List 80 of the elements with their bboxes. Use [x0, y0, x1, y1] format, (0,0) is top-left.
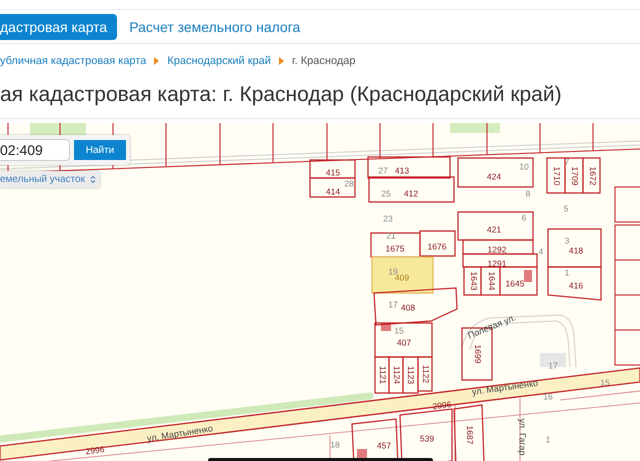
- house-number: 1: [564, 267, 570, 278]
- house-number: 27: [378, 165, 388, 176]
- house-number: 25: [381, 188, 391, 198]
- parcel-number: 1291: [488, 258, 506, 268]
- parcel-number: 1123: [406, 366, 416, 384]
- land-parcel[interactable]: [374, 356, 390, 394]
- breadcrumb-link[interactable]: Краснодарский край: [167, 55, 271, 67]
- land-parcel[interactable]: [480, 266, 501, 296]
- selected-land-parcel[interactable]: [371, 256, 434, 294]
- parcel-number: 415: [326, 167, 340, 178]
- land-parcel[interactable]: [388, 356, 404, 394]
- parcel-number: 1710: [552, 166, 562, 186]
- land-parcel[interactable]: [582, 157, 601, 194]
- parcel-number: 418: [568, 245, 584, 256]
- land-parcel[interactable]: [417, 356, 433, 392]
- parcel-number: 1672: [588, 166, 598, 186]
- parcel-number: 408: [400, 302, 416, 312]
- house-number: 17: [388, 299, 398, 310]
- house-number: 16: [543, 391, 553, 402]
- street-name: ул. Мартыненко: [146, 423, 214, 444]
- house-number: 10: [519, 161, 529, 172]
- find-button[interactable]: Найти: [74, 140, 126, 160]
- land-parcel[interactable]: [399, 408, 453, 461]
- parcel-number: 1709: [570, 166, 580, 186]
- house-number: 28: [344, 178, 354, 188]
- house-number: 6: [522, 212, 526, 222]
- page-title: ая кадастровая карта: г. Краснодар (Краснодарский край): [0, 76, 640, 119]
- street-name: ул. Мартыненко: [471, 378, 539, 397]
- parcel-number: 416: [568, 280, 584, 290]
- parcel-number: 457: [376, 440, 392, 450]
- parcel-number: 407: [396, 337, 412, 348]
- parcel-number: 1645: [506, 278, 524, 288]
- house-number: 3: [564, 235, 570, 246]
- land-parcel[interactable]: [351, 418, 399, 461]
- parcel-number: 1121: [378, 366, 388, 384]
- park-area: [30, 123, 86, 135]
- chevron-up-down-icon: [90, 175, 96, 184]
- building-shape: [540, 353, 566, 367]
- parcel-number: 414: [326, 186, 340, 196]
- parcel-number: 421: [486, 224, 502, 234]
- tab[interactable]: Расчет земельного налога: [129, 14, 310, 40]
- parcel-number: 424: [486, 171, 502, 182]
- house-number: 17: [548, 360, 558, 370]
- house-number: 4: [538, 246, 544, 256]
- parcel-number: 1644: [486, 272, 497, 290]
- house-number: 19: [388, 266, 398, 276]
- house-number: 1: [546, 434, 550, 444]
- parcel-number: 1124: [392, 366, 402, 384]
- parcel-number: 1676: [428, 241, 446, 252]
- building-shape: [524, 270, 532, 282]
- parcel-number: 1699: [472, 344, 483, 364]
- parcel-number: 1675: [386, 243, 404, 254]
- house-number: 15: [600, 377, 610, 388]
- current-location-text: г. Краснодар: [292, 55, 356, 67]
- land-parcel[interactable]: [463, 266, 482, 296]
- cadastral-number-field[interactable]: 02:409: [0, 139, 70, 161]
- parcel-number: 413: [394, 165, 410, 176]
- parcel-number: 1122: [420, 364, 431, 384]
- road-number: 2996: [432, 399, 452, 412]
- house-number: 21: [386, 230, 396, 240]
- parcel-number: 539: [420, 433, 434, 444]
- chevron-icon: [154, 57, 160, 65]
- house-number: 23: [383, 213, 393, 224]
- house-number: 8: [526, 188, 530, 198]
- parcel-number: 412: [404, 188, 418, 198]
- house-number: 5: [564, 203, 568, 214]
- street-name: ул. Гагар: [518, 418, 528, 456]
- parcel-number: 1687: [464, 426, 475, 444]
- object-type-select[interactable]: емельный участок: [0, 171, 100, 188]
- house-number: 15: [394, 325, 404, 336]
- park-area: [450, 123, 500, 133]
- road-number: 2996: [84, 444, 105, 456]
- tab[interactable]: дастровая карта: [0, 14, 118, 40]
- breadcrumb-link[interactable]: убличная кадастровая карта: [0, 55, 146, 67]
- chevron-icon: [278, 57, 284, 65]
- parcel-number: 1643: [468, 272, 479, 290]
- land-parcel[interactable]: [564, 157, 584, 194]
- land-parcel[interactable]: [402, 356, 419, 394]
- house-number: 18: [330, 439, 340, 450]
- parcel-number: 1292: [488, 244, 506, 254]
